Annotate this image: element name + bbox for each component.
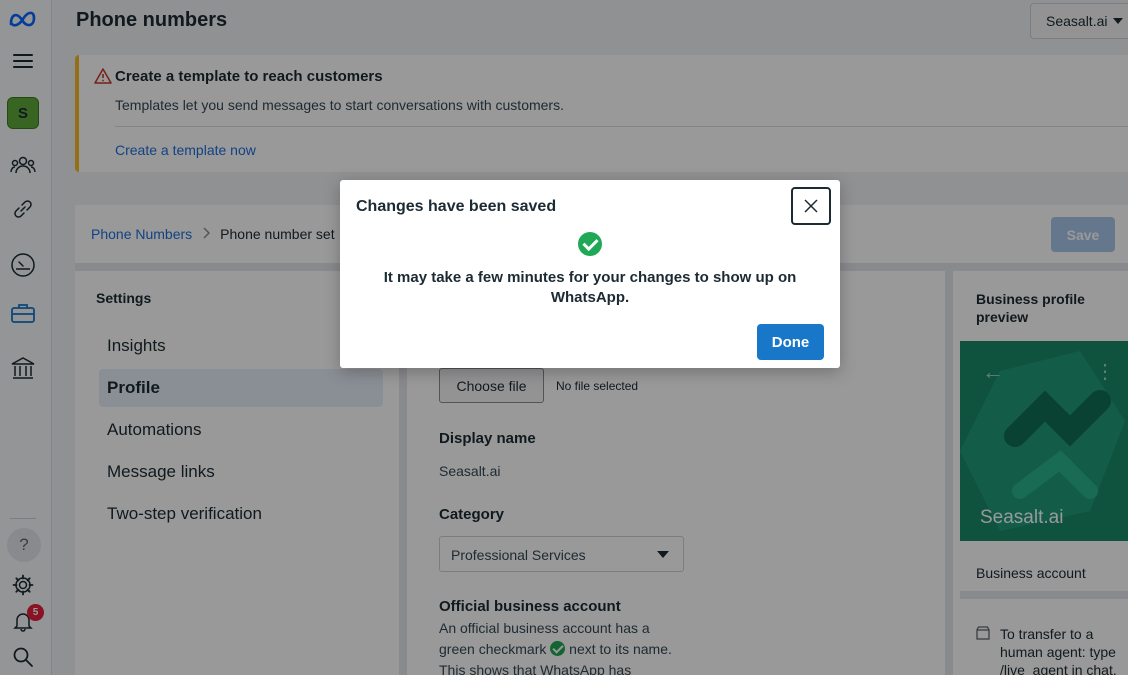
dialog-title: Changes have been saved (356, 198, 557, 215)
dialog-message: It may take a few minutes for your chang… (383, 269, 797, 306)
changes-saved-dialog: Changes have been saved It may take a fe… (340, 180, 840, 368)
done-button[interactable]: Done (757, 324, 824, 360)
success-check-icon (578, 232, 602, 256)
close-button[interactable] (791, 187, 831, 225)
close-icon (804, 199, 818, 213)
